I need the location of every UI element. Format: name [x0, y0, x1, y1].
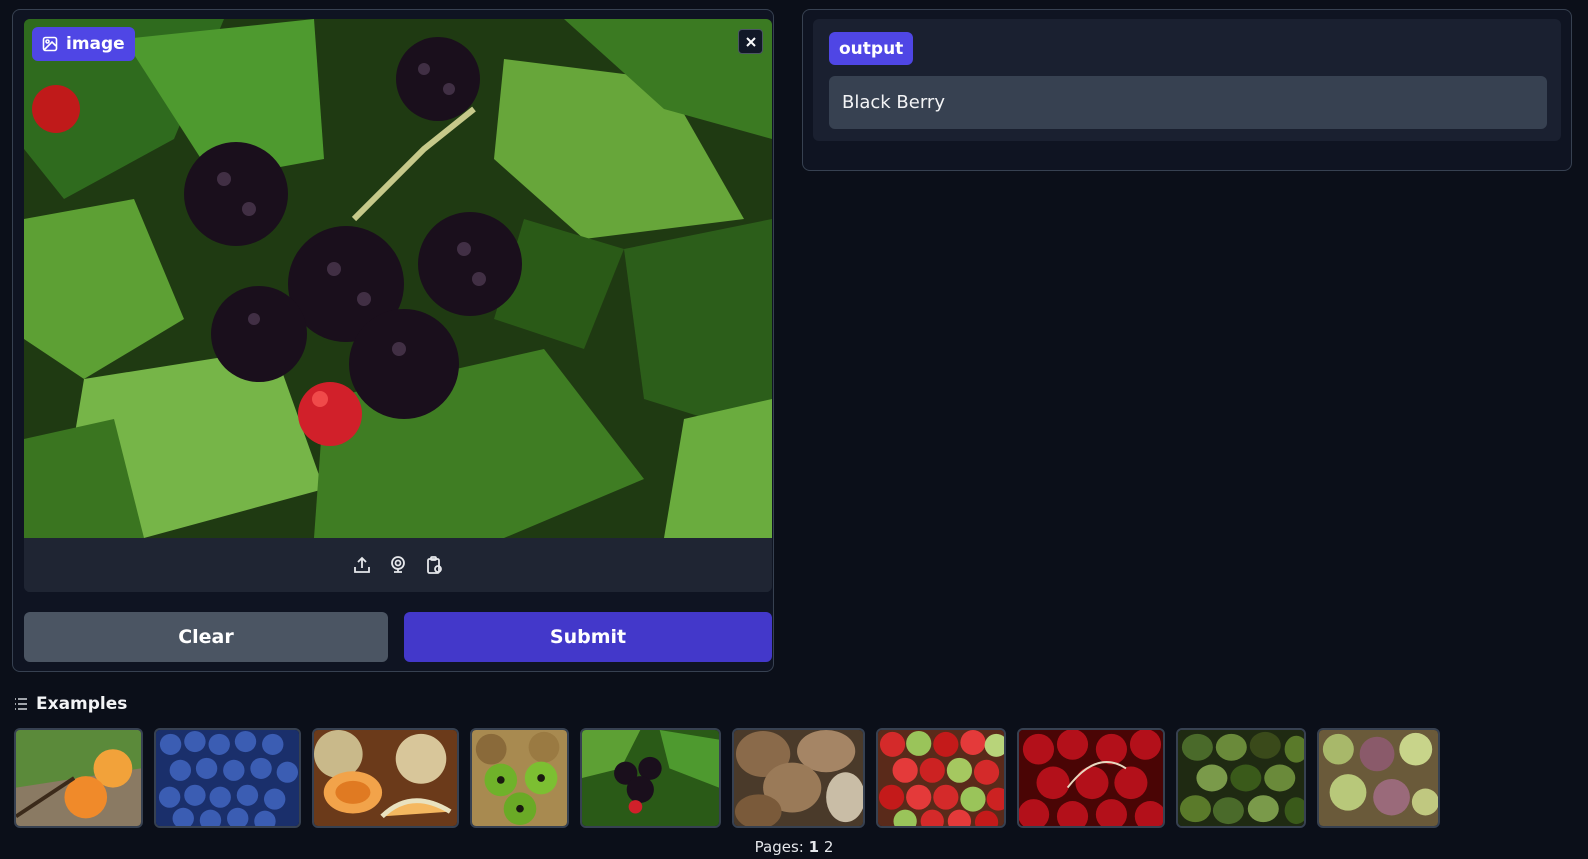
- image-icon: [42, 36, 58, 52]
- image-label: image: [32, 27, 135, 61]
- upload-icon: [354, 556, 370, 573]
- example-thumb-blueberry[interactable]: [154, 728, 301, 828]
- examples-title: Examples: [36, 694, 128, 714]
- apple-image: [878, 730, 1004, 826]
- example-thumb-blackberry[interactable]: [580, 728, 721, 828]
- coconut-image: [734, 730, 863, 826]
- example-thumb-apple[interactable]: [876, 728, 1006, 828]
- image-source-toolbar: [24, 538, 772, 592]
- cantaloupe-image: [314, 730, 457, 826]
- example-thumb-apricot[interactable]: [14, 728, 143, 828]
- example-thumb-cantaloupe[interactable]: [312, 728, 459, 828]
- example-thumb-kiwi[interactable]: [470, 728, 569, 828]
- uploaded-image: [24, 19, 772, 538]
- output-panel: output Black Berry: [802, 9, 1572, 171]
- page-2-link[interactable]: 2: [824, 838, 834, 856]
- close-icon: [745, 36, 756, 47]
- page-1-link[interactable]: 1: [809, 838, 819, 856]
- pagination-prefix: Pages:: [754, 838, 804, 856]
- clear-button[interactable]: Clear: [24, 612, 388, 662]
- example-thumb-cherry[interactable]: [1017, 728, 1165, 828]
- output-block: output Black Berry: [813, 19, 1561, 141]
- example-thumb-avocado[interactable]: [1176, 728, 1306, 828]
- pagination: Pages: 1 2: [0, 838, 1588, 856]
- webcam-icon: [391, 556, 405, 573]
- output-label-text: output: [839, 38, 904, 59]
- image-input[interactable]: image: [24, 19, 772, 592]
- image-label-text: image: [66, 34, 125, 54]
- blueberry-image: [156, 730, 299, 826]
- examples-header: Examples: [14, 694, 127, 714]
- clipboard-icon: [427, 556, 442, 574]
- kiwi-image: [472, 730, 567, 826]
- avocado-image: [1178, 730, 1304, 826]
- example-thumb-fig[interactable]: [1317, 728, 1440, 828]
- output-label: output: [829, 32, 914, 65]
- cherry-image: [1019, 730, 1163, 826]
- list-icon: [15, 698, 27, 710]
- submit-button[interactable]: Submit: [404, 612, 772, 662]
- webcam-button[interactable]: [387, 554, 409, 576]
- blackberry-image: [582, 730, 719, 826]
- paste-button[interactable]: [423, 554, 445, 576]
- close-button[interactable]: [738, 29, 763, 54]
- output-textbox[interactable]: Black Berry: [829, 76, 1547, 129]
- input-panel: image Clear Submit: [12, 9, 774, 672]
- apricot-image: [16, 730, 141, 826]
- upload-button[interactable]: [351, 554, 373, 576]
- example-thumb-coconut[interactable]: [732, 728, 865, 828]
- fig-image: [1319, 730, 1438, 826]
